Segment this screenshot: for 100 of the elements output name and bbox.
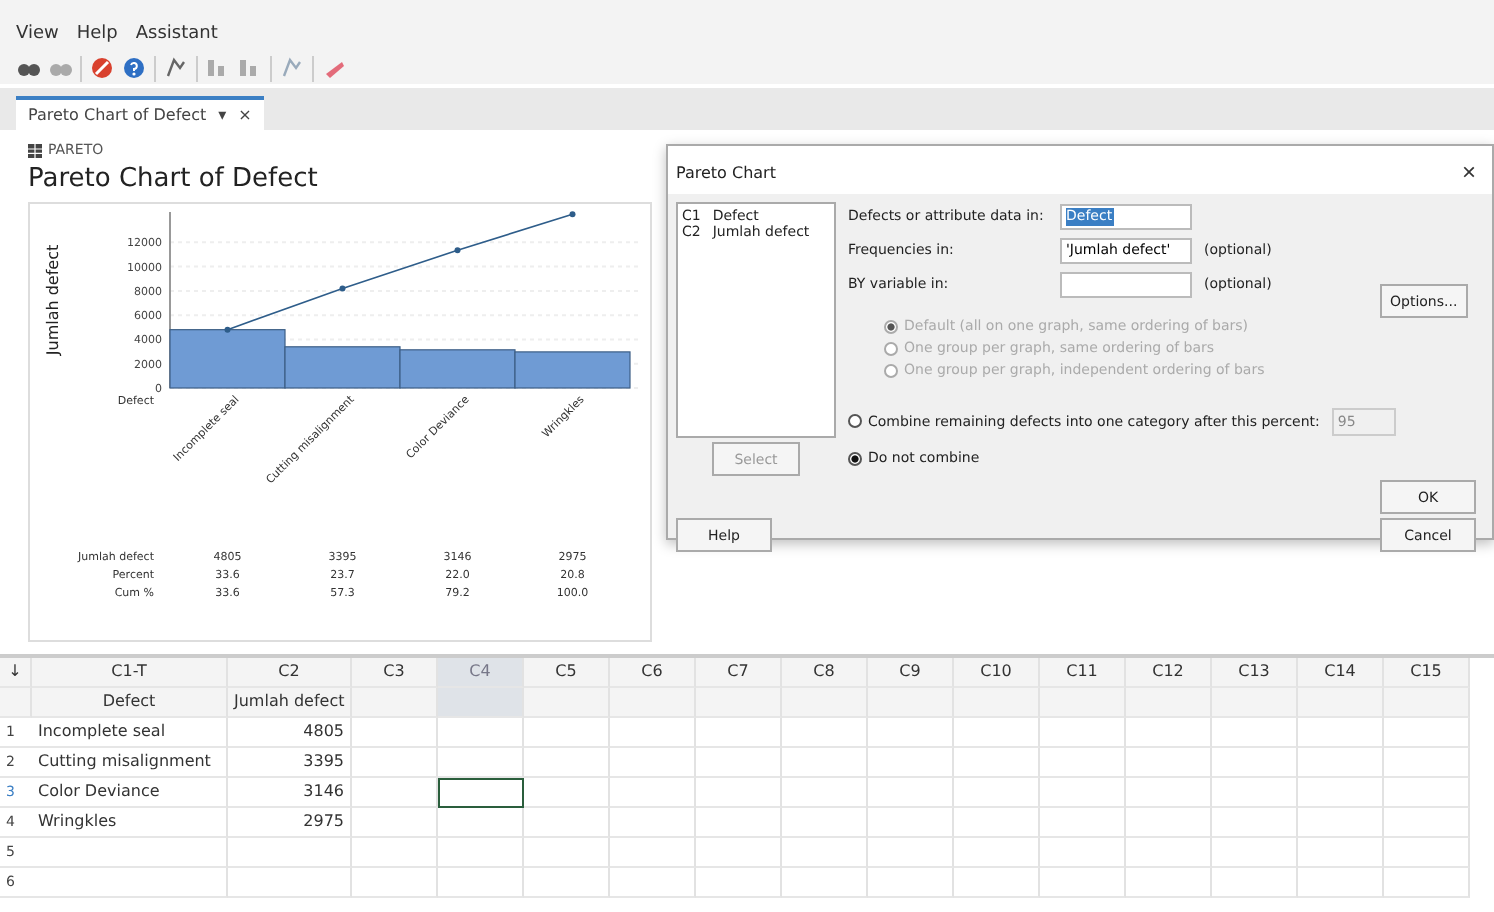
table-cell[interactable]: Wringkles	[32, 808, 228, 838]
table-cell[interactable]	[1040, 868, 1126, 898]
column-name[interactable]	[1212, 688, 1298, 718]
table-cell[interactable]	[1212, 808, 1298, 838]
radio-icon[interactable]	[848, 414, 862, 428]
column-name[interactable]	[1126, 688, 1212, 718]
column-name[interactable]	[1040, 688, 1126, 718]
table-cell[interactable]	[1212, 718, 1298, 748]
table-cell[interactable]	[1126, 808, 1212, 838]
table-cell[interactable]	[1384, 718, 1470, 748]
table-cell[interactable]	[1126, 778, 1212, 808]
table-cell[interactable]	[438, 808, 524, 838]
column-header[interactable]: C11	[1040, 658, 1126, 688]
table-cell[interactable]	[1298, 748, 1384, 778]
table-cell[interactable]	[1040, 808, 1126, 838]
table-cell[interactable]	[1212, 868, 1298, 898]
menu-item[interactable]: View	[16, 24, 59, 44]
table-cell[interactable]: 3395	[228, 748, 352, 778]
table-cell[interactable]	[1384, 778, 1470, 808]
table-cell[interactable]	[782, 868, 868, 898]
column-header[interactable]: C8	[782, 658, 868, 688]
table-cell[interactable]	[954, 838, 1040, 868]
column-header[interactable]: C14	[1298, 658, 1384, 688]
document-tab[interactable]: Pareto Chart of Defect ▾ ×	[16, 96, 264, 130]
table-cell[interactable]	[696, 778, 782, 808]
table-cell[interactable]	[1298, 868, 1384, 898]
table-cell[interactable]	[1212, 778, 1298, 808]
table-cell[interactable]	[696, 808, 782, 838]
table-cell[interactable]	[352, 718, 438, 748]
column-name[interactable]	[954, 688, 1040, 718]
table-cell[interactable]	[868, 838, 954, 868]
table-cell[interactable]	[610, 868, 696, 898]
table-cell[interactable]	[1126, 838, 1212, 868]
table-cell[interactable]	[954, 808, 1040, 838]
table-cell[interactable]: Cutting misalignment	[32, 748, 228, 778]
table-cell[interactable]	[868, 718, 954, 748]
table-cell[interactable]	[782, 718, 868, 748]
table-cell[interactable]	[610, 778, 696, 808]
column-header[interactable]: C13	[1212, 658, 1298, 688]
table-cell[interactable]	[782, 778, 868, 808]
table-cell[interactable]	[352, 748, 438, 778]
table-cell[interactable]	[352, 808, 438, 838]
table-cell[interactable]	[32, 838, 228, 868]
radio-icon[interactable]	[848, 451, 862, 465]
menu-item[interactable]: Help	[76, 24, 118, 44]
table-cell[interactable]	[228, 868, 352, 898]
help-icon[interactable]	[122, 56, 146, 80]
table-cell[interactable]	[352, 868, 438, 898]
chart-icon[interactable]	[206, 56, 230, 80]
sort-icon[interactable]: ↓	[0, 658, 32, 688]
table-cell[interactable]	[868, 748, 954, 778]
table-cell[interactable]	[868, 808, 954, 838]
column-header[interactable]: C10	[954, 658, 1040, 688]
table-cell[interactable]	[868, 868, 954, 898]
caret-icon[interactable]: ▾	[218, 106, 227, 124]
table-cell[interactable]	[696, 868, 782, 898]
column-name[interactable]	[524, 688, 610, 718]
column-header[interactable]: C3	[352, 658, 438, 688]
table-cell[interactable]: 4805	[228, 718, 352, 748]
table-cell[interactable]	[610, 808, 696, 838]
column-header[interactable]: C12	[1126, 658, 1212, 688]
table-cell[interactable]	[32, 868, 228, 898]
table-cell[interactable]	[438, 868, 524, 898]
table-cell[interactable]	[438, 838, 524, 868]
table-cell[interactable]	[1384, 838, 1470, 868]
column-header[interactable]: C7	[696, 658, 782, 688]
table-cell[interactable]	[1298, 718, 1384, 748]
menu-item[interactable]: Assistant	[135, 24, 218, 44]
table-cell[interactable]	[696, 838, 782, 868]
table-cell[interactable]	[438, 718, 524, 748]
table-cell[interactable]	[1298, 808, 1384, 838]
table-cell[interactable]	[696, 718, 782, 748]
table-cell[interactable]	[610, 748, 696, 778]
table-cell[interactable]	[696, 748, 782, 778]
table-cell[interactable]	[954, 778, 1040, 808]
table-cell[interactable]	[524, 838, 610, 868]
table-cell[interactable]	[610, 718, 696, 748]
table-cell[interactable]	[1040, 748, 1126, 778]
table-cell[interactable]	[1040, 838, 1126, 868]
table-cell[interactable]	[352, 778, 438, 808]
table-cell[interactable]	[1126, 718, 1212, 748]
table-cell[interactable]: 3146	[228, 778, 352, 808]
column-name[interactable]	[868, 688, 954, 718]
table-cell[interactable]	[954, 868, 1040, 898]
table-cell[interactable]	[352, 838, 438, 868]
table-cell[interactable]	[1212, 748, 1298, 778]
table-cell[interactable]	[1384, 748, 1470, 778]
column-name[interactable]	[782, 688, 868, 718]
column-name[interactable]: Jumlah defect	[228, 688, 352, 718]
column-name[interactable]	[610, 688, 696, 718]
table-cell[interactable]: 2975	[228, 808, 352, 838]
column-header[interactable]: C2	[228, 658, 352, 688]
table-cell[interactable]	[524, 868, 610, 898]
table-cell[interactable]	[1298, 838, 1384, 868]
eraser-icon[interactable]	[322, 56, 346, 80]
table-cell[interactable]	[1384, 808, 1470, 838]
table-cell[interactable]	[1126, 868, 1212, 898]
column-name[interactable]	[1384, 688, 1470, 718]
table-cell[interactable]	[782, 808, 868, 838]
column-header[interactable]: C6	[610, 658, 696, 688]
